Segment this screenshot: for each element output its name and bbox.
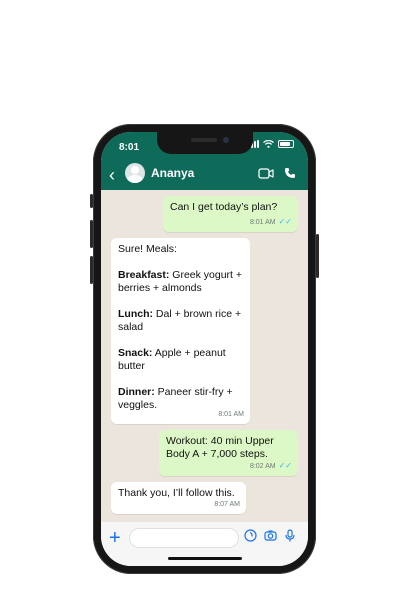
power-button [316,234,319,278]
message-bubble-incoming[interactable]: Sure! Meals: Breakfast: Greek yogurt + b… [111,238,250,424]
notch [156,132,253,154]
message-bubble-outgoing[interactable]: Can I get today’s plan? 8:01 AM ✓✓ [163,196,298,232]
plus-icon[interactable]: + [109,528,121,548]
message-text: Workout: 40 min Upper Body A + 7,000 ste… [166,435,274,460]
wifi-icon [263,140,274,148]
message-text: Can I get today’s plan? [170,201,278,213]
home-indicator[interactable] [167,557,242,560]
phone-icon[interactable] [284,167,296,179]
message-meta: 8:07 AM [214,498,240,511]
message-meta: 8:02 AM ✓✓ [250,459,292,473]
speaker [190,138,217,142]
message-time: 8:07 AM [214,501,240,508]
message-line: Snack: Apple + peanut butter [118,347,226,372]
message-line: Lunch: Dal + brown rice + salad [118,308,242,333]
volume-up-button [90,220,93,248]
mute-switch [90,194,93,208]
phone-frame: 8:01 ‹ Ananya Can I get today’s plan? 8:… [90,124,319,574]
message-input-bar: + [101,522,308,566]
status-time: 8:01 [119,142,140,153]
battery-icon [278,140,294,148]
screen: 8:01 ‹ Ananya Can I get today’s plan? 8:… [101,132,308,566]
message-line: Sure! Meals: [118,243,177,255]
video-call-icon[interactable] [258,168,274,179]
contact-name[interactable]: Ananya [151,166,194,180]
message-bubble-incoming[interactable]: Thank you, I’ll follow this. 8:07 AM [111,482,246,514]
message-time: 8:01 AM [249,219,276,226]
message-meta: 8:01 AM ✓✓ [250,215,292,229]
read-receipt-icon: ✓✓ [278,461,292,470]
message-time: 8:02 AM [249,463,276,470]
avatar[interactable] [125,163,145,183]
message-line: Breakfast: Greek yogurt + berries + almo… [118,269,243,294]
back-arrow-icon[interactable]: ‹ [109,166,115,184]
camera-icon[interactable] [264,529,277,542]
message-input[interactable] [129,528,239,548]
microphone-icon[interactable] [285,529,295,542]
front-camera [222,137,229,143]
read-receipt-icon: ✓✓ [278,217,292,226]
message-meta: 8:01 AM [218,408,244,421]
message-bubble-outgoing[interactable]: Workout: 40 min Upper Body A + 7,000 ste… [159,430,298,476]
message-time: 8:01 AM [218,411,244,418]
sticker-icon[interactable] [244,529,257,542]
volume-down-button [90,256,93,284]
status-icons [248,140,294,148]
